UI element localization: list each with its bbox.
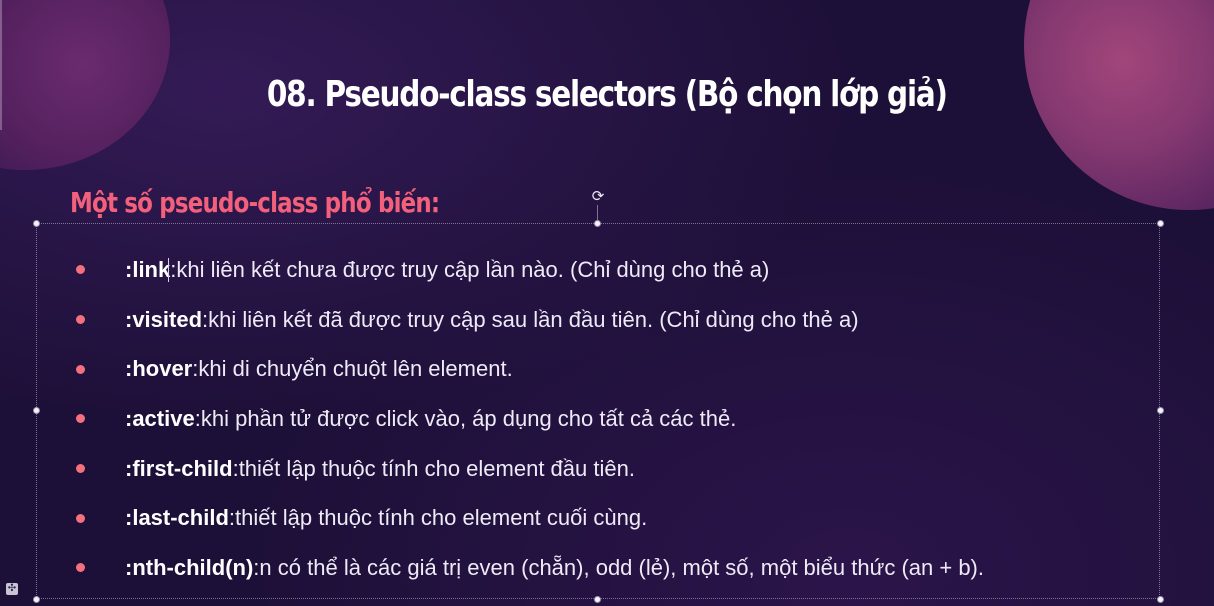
pseudo-class-term: :visited [125,306,203,332]
pseudo-class-description: thiết lập thuộc tính cho element cuối cù… [235,505,648,531]
resize-handle-middle-right[interactable] [1157,407,1164,414]
bullet-dot [76,364,85,374]
pseudo-class-description: khi liên kết đã được truy cập sau lần đầ… [208,306,859,332]
bullet-dot [76,414,85,424]
list-item[interactable]: :visited: khi liên kết đã được truy cập … [76,295,984,345]
list-item[interactable]: :first-child: thiết lập thuộc tính cho e… [76,444,984,494]
list-item[interactable]: :hover: khi di chuyển chuột lên element. [76,344,984,394]
bullet-dot [76,464,85,474]
rotate-handle-stem [597,205,598,220]
pseudo-class-description: khi liên kết chưa được truy cập lần nào.… [176,256,770,282]
bullet-dot [76,513,85,523]
rotate-icon[interactable]: ⟳ [590,189,606,205]
resize-handle-bottom-right[interactable] [1157,596,1164,603]
bullet-dot [76,563,85,573]
list-item[interactable]: :nth-child(n): n có thể là các giá trị e… [76,543,984,593]
resize-handle-middle-left[interactable] [33,407,40,414]
resize-handle-top-left[interactable] [33,220,40,227]
slide-title[interactable]: 08. Pseudo-class selectors (Bộ chọn lớp … [109,74,1104,115]
list-item[interactable]: :link: khi liên kết chưa được truy cập l… [76,245,984,295]
resize-handle-top-center[interactable] [594,220,601,227]
pseudo-class-term: :hover [125,356,193,382]
pseudo-class-term: :nth-child(n) [125,554,254,580]
bullet-dot [76,315,85,325]
resize-handle-top-right[interactable] [1157,220,1164,227]
resize-handle-bottom-left[interactable] [33,596,40,603]
bullet-dot [76,265,85,275]
list-item[interactable]: :last-child: thiết lập thuộc tính cho el… [76,493,984,543]
pseudo-class-description: khi phần tử được click vào, áp dụng cho … [200,405,737,431]
slide-canvas: 08. Pseudo-class selectors (Bộ chọn lớp … [0,0,1214,606]
list-item[interactable]: :active: khi phần tử được click vào, áp … [76,394,984,444]
pseudo-class-term: :active [125,405,195,431]
pseudo-class-description: thiết lập thuộc tính cho element đầu tiê… [238,455,635,481]
pseudo-class-term: :first-child [125,455,233,481]
pseudo-class-description: khi di chuyển chuột lên element. [198,356,513,382]
pseudo-class-term: :last-child [125,505,229,531]
slide-options-icon[interactable]: ✣ [6,583,18,595]
resize-handle-bottom-center[interactable] [594,596,601,603]
text-cursor [168,257,170,282]
slide-subtitle[interactable]: Một số pseudo-class phổ biến: [70,186,440,219]
pseudo-class-list[interactable]: :link: khi liên kết chưa được truy cập l… [76,245,984,593]
decorative-edge-line [0,0,2,130]
pseudo-class-description: n có thể là các giá trị even (chẵn), odd… [259,554,984,580]
pseudo-class-term: :link [125,256,171,282]
